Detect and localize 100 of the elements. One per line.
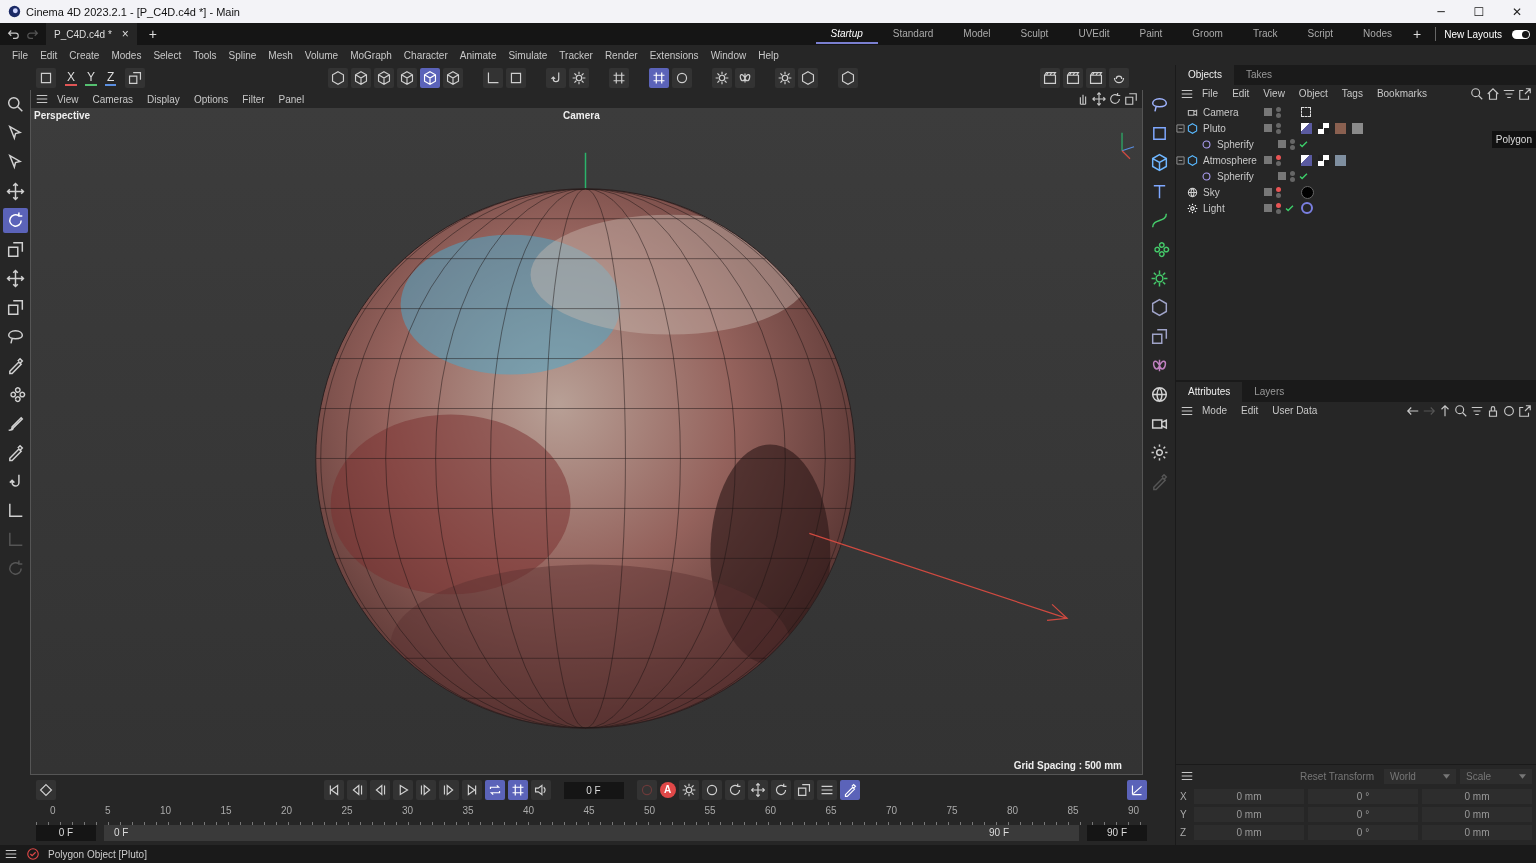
menu-item[interactable]: Character [397,49,454,61]
cube-icon[interactable] [442,67,463,88]
rotate-icon[interactable] [2,208,28,233]
search-icon[interactable] [1470,86,1484,101]
panel-menu-item[interactable]: Tags [1335,88,1369,99]
range-slider[interactable]: 0 F 90 F [104,825,1079,841]
add-layout-button[interactable]: + [1407,26,1428,42]
layout-tab[interactable]: Sculpt [1005,24,1064,44]
menu-icon[interactable] [4,847,18,861]
square-icon[interactable] [36,67,56,88]
menu-item[interactable]: Render [598,49,644,61]
skip-start-icon[interactable] [323,780,344,800]
menu-item[interactable]: Modes [105,49,148,61]
lock-icon[interactable] [1486,403,1500,418]
coordinate-field[interactable]: 0 ° [1308,824,1418,840]
menu-item[interactable]: Create [63,49,106,61]
start-frame-field[interactable]: 0 F [36,825,96,841]
toggle-switch[interactable] [1512,29,1530,39]
caret-icon[interactable] [1443,773,1450,779]
menu-item[interactable]: File [6,49,35,61]
gear-icon[interactable] [568,67,589,88]
editor-visibility-dot[interactable] [1276,202,1281,208]
menu-item[interactable]: Select [147,49,188,61]
frame-field[interactable]: 0 F [563,781,624,799]
skip-end-icon[interactable] [461,780,482,800]
checkmark-icon[interactable] [1298,170,1309,182]
gear-icon[interactable] [711,67,732,88]
checker-tag-icon[interactable] [1318,122,1329,134]
panel-menu-item[interactable]: File [1196,88,1225,99]
hook-icon[interactable] [545,67,566,88]
layout-tab[interactable]: Paint [1124,24,1178,44]
move-icon[interactable] [747,780,768,800]
coordinate-field[interactable]: 0 mm [1422,824,1532,840]
menu-icon[interactable] [1180,769,1194,783]
menu-item[interactable]: Simulate [502,49,554,61]
menu-icon[interactable] [816,780,837,800]
viewport-menu-item[interactable]: View [51,93,85,105]
coordinate-field[interactable]: 0 mm [1194,824,1304,840]
viewport[interactable]: Perspective Camera Grid Spacing : 500 mm [31,108,1142,774]
menu-item[interactable]: Volume [298,49,345,61]
layout-tab[interactable]: Startup [815,24,878,44]
material-tag-icon[interactable] [1301,185,1314,199]
window-control-button[interactable]: ─ [1422,0,1460,23]
window-control-button[interactable]: ☐ [1460,0,1498,23]
cube-icon[interactable] [396,67,417,88]
camera-label[interactable]: Camera [563,110,600,121]
editor-visibility-dot[interactable] [1276,186,1281,192]
autokey-button[interactable]: A [659,782,676,798]
viewport-menu-item[interactable]: Panel [272,93,311,105]
render-visibility-dot[interactable] [1276,128,1281,134]
panel-menu-item[interactable]: View [1257,88,1291,99]
collapse-toggle-icon[interactable] [1176,155,1185,165]
texture-tag-icon[interactable] [1352,122,1363,134]
coordinate-field[interactable]: 0 mm [1422,788,1532,804]
coordinate-field[interactable]: 0 mm [1422,806,1532,822]
menu-item[interactable]: Edit [34,49,64,61]
editor-visibility-dot[interactable] [1290,170,1295,176]
layout-tab[interactable]: Nodes [1348,24,1407,44]
menu-item[interactable]: Help [752,49,785,61]
viewport-menu-item[interactable]: Options [187,93,235,105]
coordinate-field[interactable]: 0 ° [1308,806,1418,822]
speaker-icon[interactable] [530,780,551,800]
checker-tag-icon[interactable] [1318,154,1329,166]
menu-item[interactable]: Extensions [643,49,705,61]
viewport-menu-item[interactable]: Display [141,93,186,105]
menu-icon[interactable] [35,92,49,106]
phong-tag-icon[interactable] [1301,154,1312,166]
move-icon[interactable] [1092,92,1106,106]
texture-tag-icon[interactable] [1335,154,1346,166]
step-forward-icon[interactable] [438,780,459,800]
layout-tab[interactable]: UVEdit [1063,24,1125,44]
step-forward-icon[interactable] [415,780,436,800]
grid-icon[interactable] [648,67,669,88]
layout-tab[interactable]: Script [1292,24,1349,44]
panel-menu-item[interactable]: Edit [1226,88,1256,99]
layout-tab[interactable]: Model [948,24,1006,44]
object-name[interactable]: Light [1203,202,1225,214]
panel-menu-item[interactable]: Edit [1235,405,1265,416]
render-visibility-dot[interactable] [1276,112,1281,118]
external-window-icon[interactable] [1518,403,1532,418]
end-frame-field[interactable]: 90 F [1087,825,1147,841]
undo-icon[interactable] [6,27,20,41]
clapper-icon[interactable] [1086,67,1106,88]
clapper-icon[interactable] [1063,67,1083,88]
cube-icon[interactable] [350,67,371,88]
close-tab-button[interactable]: × [121,27,129,41]
caret-icon[interactable] [1519,773,1526,779]
curve-icon[interactable] [1127,780,1147,800]
play-icon[interactable] [392,780,413,800]
rotate-icon[interactable] [770,780,791,800]
step-back-icon[interactable] [369,780,390,800]
editor-visibility-dot[interactable] [1276,154,1281,160]
menu-item[interactable]: Mesh [262,49,299,61]
gear-icon[interactable] [678,780,699,800]
texture-tag-icon[interactable] [1335,122,1346,134]
layout-tab[interactable]: Standard [877,24,949,44]
phong-tag-icon[interactable] [1301,122,1312,134]
object-name[interactable]: Spherify [1217,138,1254,150]
panel-tab[interactable]: Attributes [1176,382,1243,402]
editor-visibility-dot[interactable] [1276,106,1281,112]
